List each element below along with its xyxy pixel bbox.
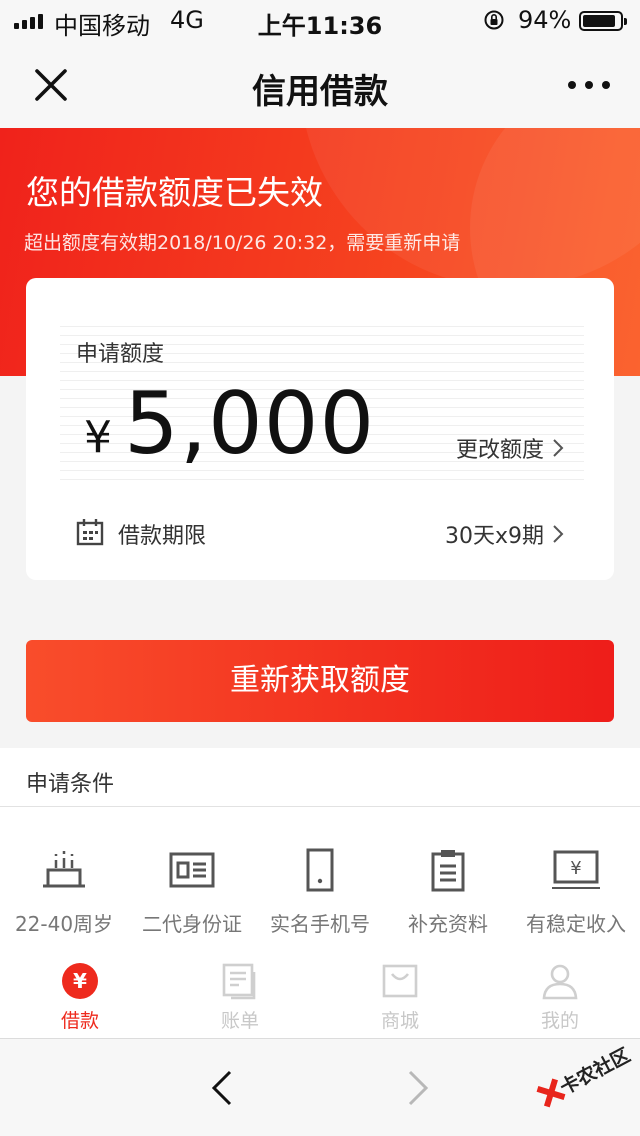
currency-symbol: ¥ [84, 412, 112, 463]
calendar-icon [76, 519, 104, 546]
tab-bill[interactable]: 账单 [160, 958, 320, 1038]
svg-text:¥: ¥ [570, 858, 581, 879]
tab-loan[interactable]: ¥ 借款 [0, 958, 160, 1038]
divider [0, 806, 640, 807]
condition-label: 有稳定收入 [526, 912, 626, 936]
loan-term-value[interactable]: 30天x9期 [445, 518, 564, 550]
change-limit-label: 更改额度 [455, 438, 544, 463]
condition-label: 补充资料 [408, 912, 488, 936]
reapply-limit-button[interactable]: 重新获取额度 [26, 640, 614, 722]
nav-bar: 信用借款 [0, 42, 640, 128]
battery-percentage: 94% [518, 6, 572, 34]
condition-label: 二代身份证 [142, 912, 242, 936]
back-arrow-icon[interactable] [206, 1069, 236, 1107]
rotation-lock-icon [484, 10, 504, 30]
loan-amount-card: 申请额度 ¥ 5,000 更改额度 借款期限 30天x9期 [26, 278, 614, 580]
battery-icon [579, 11, 627, 31]
condition-label: 22-40周岁 [14, 912, 114, 936]
birthday-cake-icon [43, 851, 85, 888]
condition-item: 实名手机号 [256, 848, 384, 937]
tab-shop[interactable]: 商城 [320, 958, 480, 1038]
change-limit-link[interactable]: 更改额度 [456, 432, 564, 464]
loan-amount: 5,000 [124, 374, 376, 474]
page-title: 信用借款 [252, 72, 388, 112]
amount-label: 申请额度 [76, 342, 165, 367]
id-card-icon [169, 852, 215, 888]
shop-bag-icon [382, 964, 418, 998]
bill-icon [222, 963, 256, 1000]
loan-yen-icon: ¥ [62, 963, 98, 999]
bottom-tab-bar: ¥ 借款 账单 商城 我的 [0, 958, 640, 1038]
income-icon: ¥ [552, 850, 600, 889]
tab-label: 账单 [220, 1010, 259, 1032]
banner-subtitle: 超出额度有效期2018/10/26 20:32，需要重新申请 [24, 232, 461, 254]
condition-item: 22-40周岁 [0, 848, 128, 937]
conditions-list: 22-40周岁 二代身份证 实名手机号 补充资料 ¥ 有稳定收入 [0, 848, 640, 937]
tab-label: 商城 [380, 1010, 419, 1032]
condition-item: 补充资料 [384, 848, 512, 937]
conditions-title: 申请条件 [26, 772, 115, 797]
forward-arrow-icon[interactable] [404, 1069, 434, 1107]
condition-item: 二代身份证 [128, 848, 256, 937]
mobile-phone-icon [306, 848, 334, 892]
clipboard-icon [431, 850, 465, 892]
chevron-right-icon [553, 439, 564, 457]
loan-term-label: 借款期限 [118, 524, 207, 549]
status-bar: 中国移动 4G 上午11:36 94% [0, 0, 640, 42]
profile-icon [542, 964, 578, 1000]
condition-item: ¥ 有稳定收入 [512, 848, 640, 937]
condition-label: 实名手机号 [270, 912, 370, 936]
svg-text:¥: ¥ [73, 969, 87, 993]
watermark-text: 卡农社区 [556, 1044, 634, 1100]
chevron-right-icon [553, 525, 564, 543]
loan-term-text: 30天x9期 [444, 524, 544, 549]
banner-title: 您的借款额度已失效 [26, 173, 323, 212]
tab-label: 借款 [60, 1010, 99, 1032]
more-dots-icon[interactable] [568, 76, 614, 94]
tab-profile[interactable]: 我的 [480, 958, 640, 1038]
loan-term-row[interactable]: 借款期限 30天x9期 [76, 516, 564, 550]
